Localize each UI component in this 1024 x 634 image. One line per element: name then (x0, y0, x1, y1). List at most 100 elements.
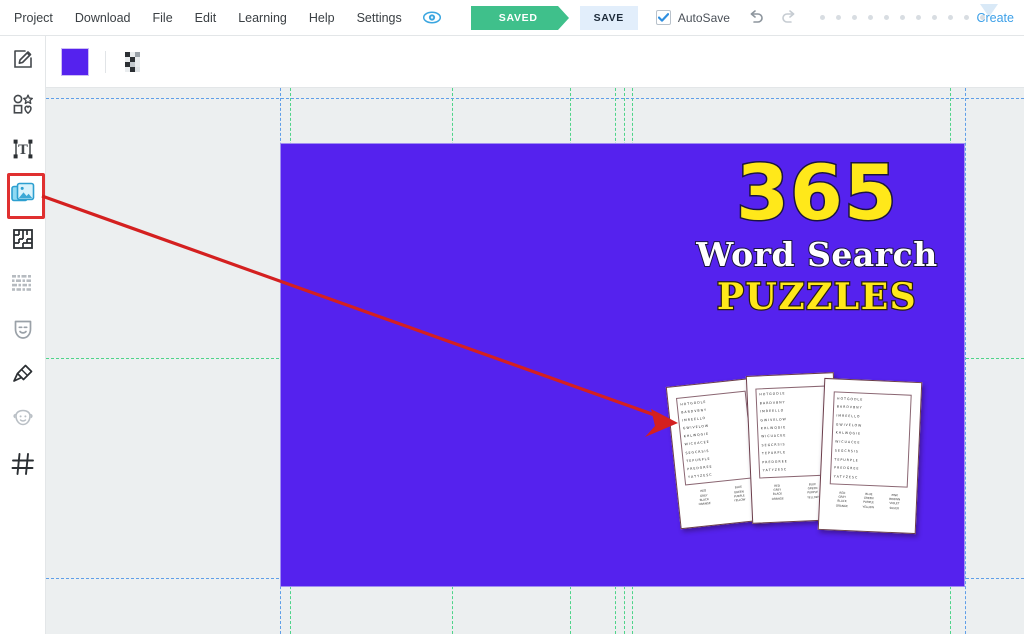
sidebar-item-animal[interactable] (0, 396, 46, 441)
cover-number: 365 (735, 148, 899, 237)
sidebar-item-edit[interactable] (0, 36, 46, 81)
create-button[interactable]: Create (976, 0, 1014, 36)
word-list: RED GREY BLACK ORANGE BLUE GREEN PURPLE … (685, 483, 758, 521)
history-dot[interactable] (835, 15, 841, 20)
word-column: RED GREY BLACK ORANGE (771, 484, 784, 517)
puzzle-pages-image[interactable]: H O T G O D L E B A R D V B N Y I M R E … (665, 366, 931, 546)
hash-grid-icon (11, 452, 34, 475)
grid-row: H O T G O D L E (759, 391, 785, 397)
grid-row: B A R D V B N Y (759, 400, 785, 406)
svg-text:T: T (18, 143, 28, 158)
redo-button[interactable] (776, 5, 802, 31)
properties-toolbar (46, 36, 1024, 88)
grid-row: S E G C R S I S (761, 442, 785, 448)
history-dot[interactable] (883, 15, 889, 20)
menu-download[interactable]: Download (64, 0, 142, 36)
word-item: ORANGE (835, 503, 848, 508)
word-column: BLUE GREEN PURPLE YELLOW (732, 485, 747, 517)
grid-row: K H L W Q G I E (835, 430, 861, 437)
grid-row: Y A T Y Z E S C (833, 474, 858, 480)
paintbrush-icon (13, 364, 33, 382)
history-dot[interactable] (915, 15, 921, 20)
grid-row: T E P U R P L E (761, 450, 786, 456)
autosave-toggle[interactable]: AutoSave (655, 10, 730, 25)
history-dot[interactable] (931, 15, 937, 20)
sidebar-item-mask[interactable] (0, 306, 46, 351)
grid-row: W I C U A C E E (761, 433, 786, 439)
grid-row: W I C U A C E E (835, 439, 860, 445)
word-item: YELLOW (862, 504, 875, 509)
eye-icon (422, 11, 441, 24)
grid-row: B A R D V B N Y (836, 404, 862, 411)
canvas-workspace[interactable]: 365 Word Search PUZZLES H O T G O D L E … (46, 88, 1024, 634)
barcode-grid-icon (12, 274, 31, 291)
undo-button[interactable] (744, 5, 770, 31)
undo-arrow-icon (751, 10, 764, 23)
history-dot[interactable] (899, 15, 905, 20)
grid-row: Y A T Y Z E S C (687, 472, 712, 480)
checkerboard-transparency-icon (125, 51, 140, 72)
menu-settings[interactable]: Settings (346, 0, 413, 36)
word-list: RED GREY BLACK ORANGE BLUE GREEN PURPLE … (828, 490, 908, 526)
word-column: PINK BROWN VIOLET SILVER (888, 493, 900, 526)
history-dot[interactable] (867, 15, 873, 20)
menu-file[interactable]: File (142, 0, 184, 36)
history-dot[interactable] (963, 15, 969, 20)
grid-row: P R E D G R E E (762, 459, 787, 465)
cover-title: Word Search (695, 235, 938, 275)
autosave-label: AutoSave (677, 10, 730, 25)
history-dots[interactable] (819, 4, 998, 20)
grid-row: G W I V E L O W (760, 416, 786, 422)
saved-label: SAVED (498, 11, 538, 24)
word-item: YELLOW (733, 497, 746, 503)
puzzle-page: H O T G O D L E B A R D V B N Y I M R E … (817, 377, 923, 535)
menu-project[interactable]: Project (0, 0, 64, 36)
sidebar-item-shapes[interactable] (0, 81, 46, 126)
cover-subtitle: PUZZLES (716, 276, 918, 319)
grid-row: S E G C R S I S (834, 448, 858, 454)
app-window: Project Download File Edit Learning Help… (0, 0, 1024, 634)
menu-learning[interactable]: Learning (227, 0, 298, 36)
sidebar-item-grid[interactable] (0, 441, 46, 486)
history-dot[interactable] (851, 15, 857, 20)
fill-color-swatch[interactable] (61, 47, 89, 76)
menu-edit[interactable]: Edit (184, 0, 228, 36)
sidebar-item-images[interactable] (0, 171, 46, 219)
transparency-button[interactable] (122, 49, 148, 75)
preview-eye-button[interactable] (419, 5, 445, 31)
autosave-checkbox[interactable] (655, 10, 671, 25)
redo-arrow-icon (782, 10, 795, 23)
menu-help[interactable]: Help (298, 0, 346, 36)
letter-grid: H O T G O D L E B A R D V B N Y I M R E … (675, 390, 756, 486)
sidebar-item-maze[interactable] (0, 216, 46, 261)
save-label: SAVE (593, 11, 624, 24)
toolbar-divider (105, 50, 106, 73)
word-item: ORANGE (771, 496, 784, 501)
grid-row: I M R E E L L O (760, 408, 784, 414)
save-button[interactable]: SAVE (579, 5, 638, 30)
word-column: RED GREY BLACK ORANGE (835, 491, 848, 524)
saved-status-badge: SAVED (470, 5, 569, 30)
grid-row: K H L W Q G I E (760, 425, 786, 431)
history-dot[interactable] (947, 15, 953, 20)
word-column: BLUE GREEN PURPLE YELLOW (807, 482, 820, 515)
grid-row: G W I V E L O W (835, 422, 862, 428)
word-column: BLUE GREEN PURPLE YELLOW (862, 492, 875, 525)
letter-grid: H O T G O D L E B A R D V B N Y I M R E … (829, 391, 913, 488)
top-menu-bar: Project Download File Edit Learning Help… (0, 0, 1024, 36)
grid-row: I M R E E L L O (836, 413, 860, 419)
history-dot[interactable] (819, 15, 825, 20)
word-item: YELLOW (807, 494, 819, 500)
selection-bound-right (965, 88, 966, 634)
sidebar-item-brush[interactable] (0, 351, 46, 396)
artboard[interactable]: 365 Word Search PUZZLES H O T G O D L E … (280, 143, 965, 587)
grid-row: P R E D G R E E (833, 465, 859, 471)
sidebar-item-barcode[interactable] (0, 261, 46, 306)
left-tool-rail: T (0, 36, 46, 634)
images-icon (11, 182, 35, 201)
selection-bound-top (46, 98, 1024, 99)
grid-row: H O T G O D L E (837, 396, 863, 402)
word-item: SILVER (889, 505, 900, 510)
word-item: ORANGE (698, 500, 711, 507)
sidebar-item-text[interactable]: T (0, 126, 46, 171)
